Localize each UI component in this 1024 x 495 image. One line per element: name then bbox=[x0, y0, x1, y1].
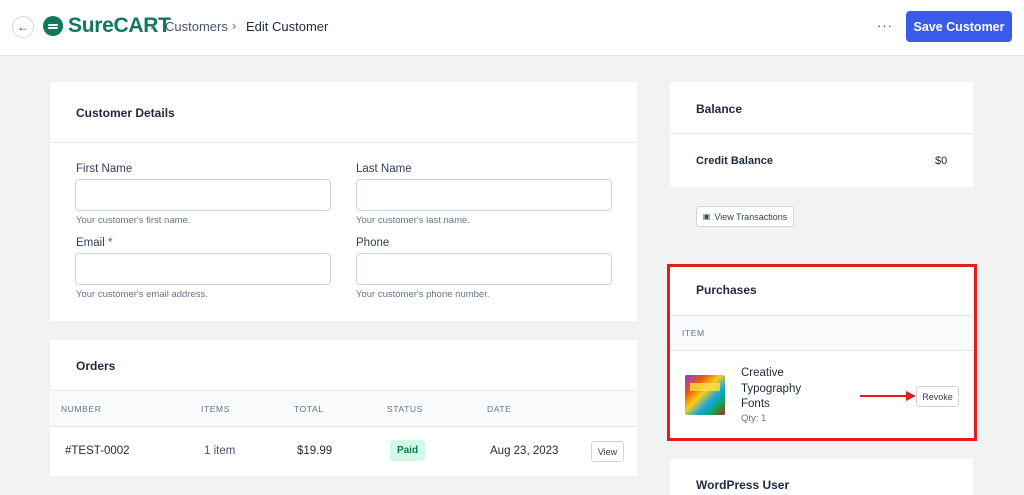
last-name-help: Your customer's last name. bbox=[356, 215, 470, 226]
email-help: Your customer's email address. bbox=[76, 289, 208, 300]
view-transactions-button[interactable]: ▣ View Transactions bbox=[696, 206, 794, 227]
credit-balance-label: Credit Balance bbox=[696, 155, 774, 167]
more-options-button[interactable]: ··· bbox=[877, 18, 893, 33]
view-transactions-label: View Transactions bbox=[714, 211, 788, 222]
arrow-left-icon: ← bbox=[17, 20, 29, 34]
phone-label: Phone bbox=[356, 237, 390, 249]
divider bbox=[50, 426, 637, 427]
wallet-icon: ▣ bbox=[702, 212, 711, 221]
order-number[interactable]: #TEST-0002 bbox=[65, 445, 130, 457]
required-marker: * bbox=[107, 237, 113, 249]
last-name-label: Last Name bbox=[356, 163, 412, 175]
top-bar: ← SureCART › Customers › Edit Customer ·… bbox=[0, 0, 1024, 56]
order-date: Aug 23, 2023 bbox=[490, 445, 559, 457]
customer-details-title: Customer Details bbox=[76, 106, 175, 120]
column-header-items: ITEMS bbox=[201, 404, 230, 414]
breadcrumb-customers[interactable]: Customers bbox=[165, 19, 228, 35]
wordpress-user-title: WordPress User bbox=[696, 478, 790, 492]
save-customer-button[interactable]: Save Customer bbox=[906, 11, 1012, 42]
email-input[interactable] bbox=[75, 253, 331, 285]
breadcrumb-edit-customer: Edit Customer bbox=[246, 19, 329, 34]
chevron-right-icon: › bbox=[232, 18, 237, 33]
phone-input[interactable] bbox=[356, 253, 612, 285]
view-order-button[interactable]: View bbox=[591, 441, 624, 462]
column-header-date: DATE bbox=[487, 404, 512, 414]
orders-title: Orders bbox=[76, 359, 116, 373]
divider bbox=[50, 142, 637, 143]
logo-icon bbox=[43, 16, 63, 36]
order-items: 1 item bbox=[204, 445, 236, 457]
credit-balance-value: $0 bbox=[935, 155, 948, 167]
back-button[interactable]: ← bbox=[12, 16, 34, 38]
status-badge: Paid bbox=[390, 440, 425, 461]
phone-help: Your customer's phone number. bbox=[356, 289, 490, 300]
first-name-label: First Name bbox=[76, 163, 133, 175]
purchases-highlight-box bbox=[667, 264, 977, 441]
divider bbox=[670, 133, 973, 134]
order-total: $19.99 bbox=[297, 445, 333, 457]
column-header-total: TOTAL bbox=[294, 404, 324, 414]
first-name-help: Your customer's first name. bbox=[76, 215, 191, 226]
balance-title: Balance bbox=[696, 102, 743, 116]
column-header-number: NUMBER bbox=[61, 404, 102, 414]
first-name-input[interactable] bbox=[75, 179, 331, 211]
chevron-right-icon: › bbox=[150, 18, 155, 33]
logo-text: SureCART bbox=[68, 14, 171, 37]
column-header-status: STATUS bbox=[387, 404, 423, 414]
orders-table-header bbox=[50, 391, 637, 426]
last-name-input[interactable] bbox=[356, 179, 612, 211]
email-label: Email * bbox=[76, 237, 113, 249]
